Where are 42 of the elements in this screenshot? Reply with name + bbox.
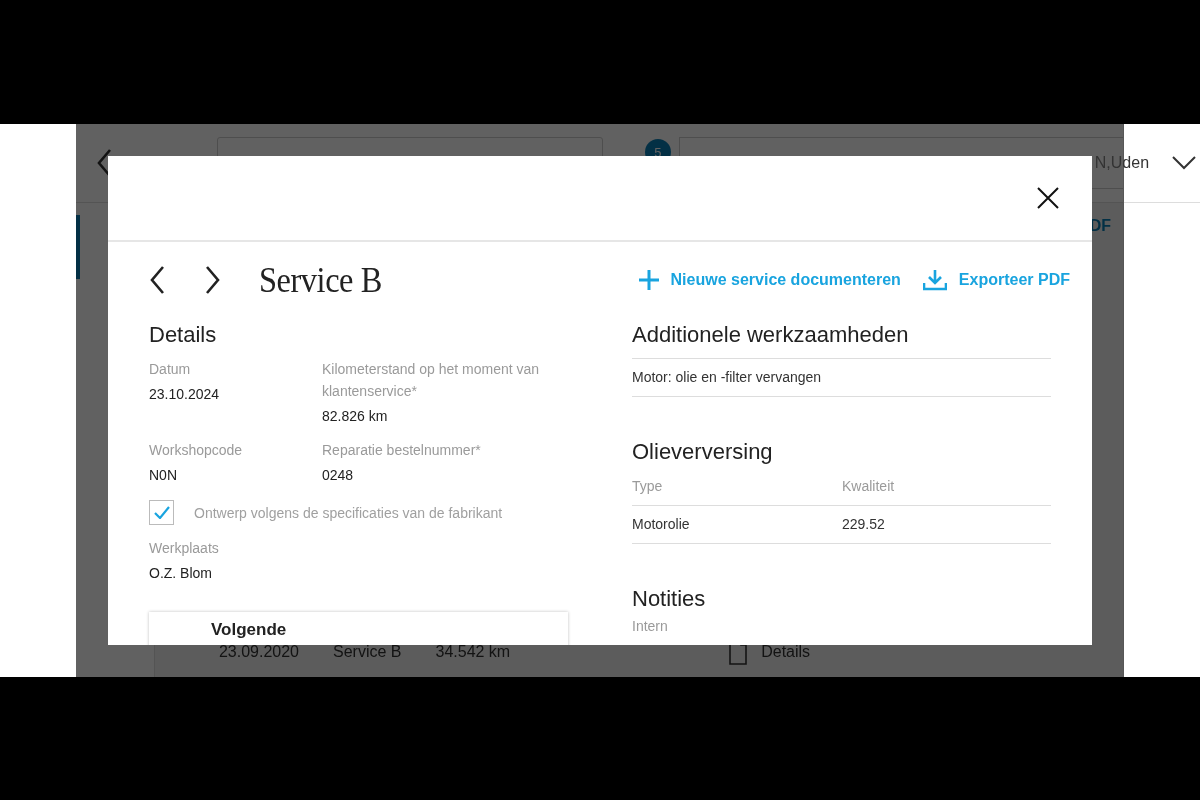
card-title: Volgende: [211, 620, 287, 639]
field-value: 0248: [322, 466, 355, 485]
column-header: Type: [632, 477, 664, 496]
field-label: Werkplaats: [149, 539, 220, 558]
chevron-down-icon[interactable]: [1172, 156, 1196, 170]
previous-button[interactable]: [149, 265, 166, 295]
field-label: Workshopcode: [149, 441, 244, 460]
field-value: N0N: [149, 466, 178, 485]
checkbox[interactable]: [149, 500, 174, 525]
table-cell-text: 229.52: [842, 515, 886, 534]
field-value: O.Z. Blom: [149, 564, 213, 583]
chevron-left-icon: [149, 265, 166, 295]
section-heading: Notities: [632, 585, 707, 613]
section-heading: Details: [149, 321, 218, 349]
work-item: Motor: olie en -filter vervangen: [632, 368, 823, 387]
next-button[interactable]: [204, 265, 221, 295]
field-label: Kilometerstand op het moment van klantenservice*: [322, 360, 541, 401]
history-service: Service B: [333, 643, 402, 661]
new-service-link[interactable]: Nieuwe service documenteren: [638, 269, 901, 291]
field-label: Datum: [149, 360, 192, 379]
field-label: Reparatie bestelnummer*: [322, 441, 482, 460]
section-heading: Olieverversing: [632, 438, 774, 466]
field-label: Intern: [632, 618, 669, 634]
column-header: Kwaliteit: [842, 477, 896, 496]
checkmark-icon: [153, 506, 170, 519]
close-icon: [1037, 187, 1059, 209]
chevron-right-icon: [204, 265, 221, 295]
export-pdf-link[interactable]: Exporteer PDF: [922, 269, 1070, 291]
field-value: 82.826 km: [322, 407, 389, 426]
field-value: 23.10.2024: [149, 385, 221, 404]
close-button[interactable]: [1037, 187, 1059, 209]
details-link[interactable]: Details: [761, 643, 811, 661]
back-icon[interactable]: [95, 148, 113, 178]
active-indicator: [75, 215, 80, 279]
history-date: 23.09.2020: [218, 643, 299, 661]
plus-icon: [638, 270, 659, 290]
section-heading: Additionele werkzaamheden: [632, 321, 910, 349]
download-icon: [922, 269, 947, 291]
checkbox-label: Ontwerp volgens de specificaties van de fabrikant: [194, 504, 503, 521]
table-cell-text: Motorolie: [632, 515, 691, 534]
service-title: Service B: [259, 259, 382, 301]
history-mileage: 34.542 km: [435, 643, 511, 661]
